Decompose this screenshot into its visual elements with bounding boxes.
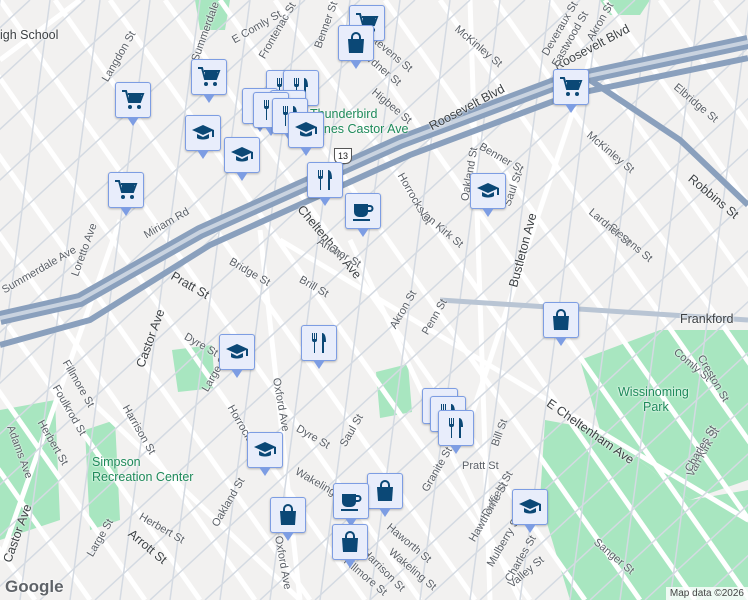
coffee-marker[interactable]: [333, 483, 369, 527]
shopping-cart-icon: [121, 88, 145, 112]
restaurant-marker[interactable]: [438, 410, 474, 454]
graduation-cap-icon: [294, 118, 318, 142]
map-label: Pratt St: [462, 460, 499, 472]
shopping-bag-icon: [276, 503, 300, 527]
shopping-cart-icon: [559, 75, 583, 99]
fork-knife-icon: [444, 416, 468, 440]
bag-marker[interactable]: [332, 524, 368, 568]
fork-knife-icon: [313, 168, 337, 192]
school-marker[interactable]: [224, 137, 260, 181]
school-marker[interactable]: [512, 489, 548, 533]
restaurant-marker[interactable]: [301, 325, 337, 369]
cart-marker[interactable]: [108, 172, 144, 216]
graduation-cap-icon: [191, 121, 215, 145]
graduation-cap-icon: [230, 143, 254, 167]
map-attribution[interactable]: Map data ©2026: [665, 587, 748, 600]
cart-marker[interactable]: [191, 59, 227, 103]
graduation-cap-icon: [476, 179, 500, 203]
bag-marker[interactable]: [367, 473, 403, 517]
coffee-cup-icon: [339, 489, 363, 513]
bag-marker[interactable]: [543, 302, 579, 346]
graduation-cap-icon: [518, 495, 542, 519]
school-marker[interactable]: [185, 115, 221, 159]
fork-knife-icon: [307, 331, 331, 355]
cart-marker[interactable]: [553, 69, 589, 113]
school-marker[interactable]: [470, 173, 506, 217]
shopping-bag-icon: [344, 31, 368, 55]
bag-marker[interactable]: [270, 497, 306, 541]
shopping-cart-icon: [114, 178, 138, 202]
shopping-bag-icon: [373, 479, 397, 503]
map-label: igh School: [0, 28, 59, 42]
shopping-bag-icon: [338, 530, 362, 554]
coffee-marker[interactable]: [345, 193, 381, 237]
map-label: Lanes Castor Ave: [310, 122, 409, 136]
graduation-cap-icon: [253, 438, 277, 462]
graduation-cap-icon: [225, 340, 249, 364]
cart-marker[interactable]: [115, 82, 151, 126]
map-label: Frankford: [680, 312, 734, 326]
map-label: Recreation Center: [92, 470, 194, 484]
restaurant-marker[interactable]: [307, 162, 343, 206]
map-label: Wissinoming: [618, 385, 689, 399]
map[interactable]: Roosevelt Blvd Roosevelt Blvd Thunderbird L…: [0, 0, 748, 600]
shopping-bag-icon: [549, 308, 573, 332]
google-logo: Google: [5, 577, 64, 596]
school-marker[interactable]: [219, 334, 255, 378]
shopping-cart-icon: [197, 65, 221, 89]
school-marker[interactable]: [247, 432, 283, 476]
map-label: Park: [643, 400, 669, 414]
coffee-cup-icon: [351, 199, 375, 223]
bag-marker[interactable]: [338, 25, 374, 69]
school-marker[interactable]: [288, 112, 324, 156]
map-label: Simpson: [92, 455, 141, 469]
